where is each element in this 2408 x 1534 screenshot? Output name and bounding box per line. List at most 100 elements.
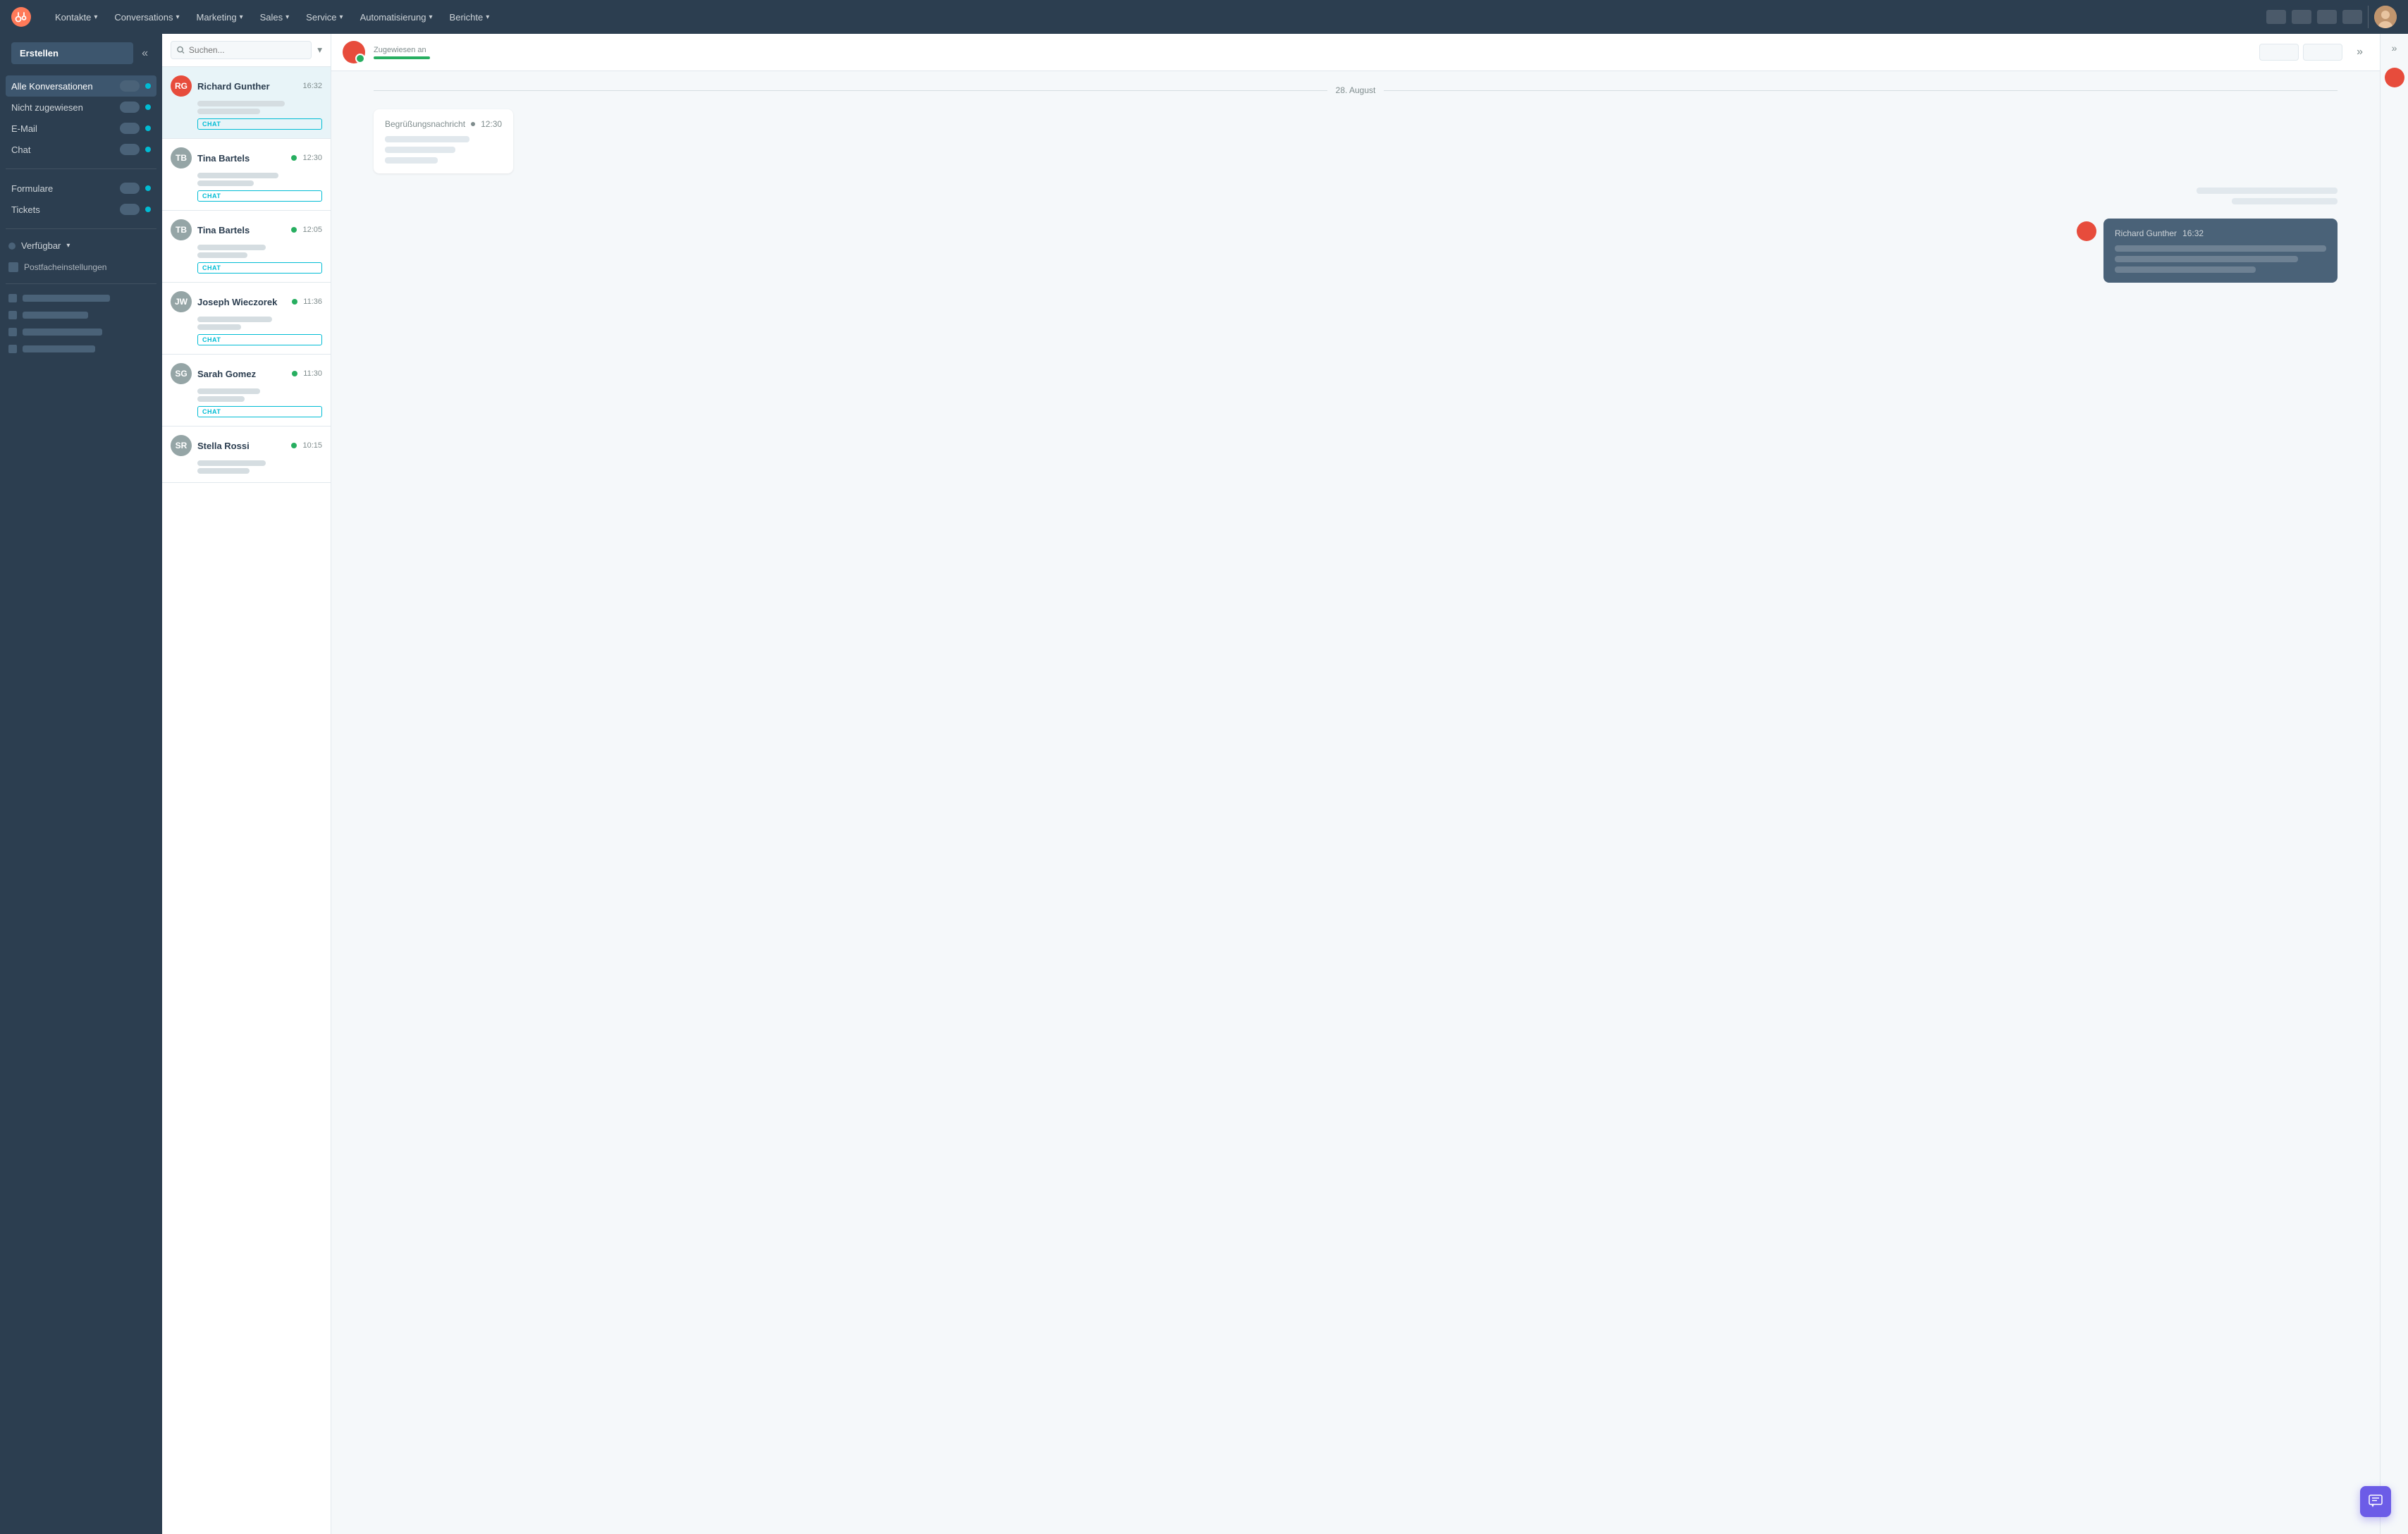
conv-item-richard[interactable]: RG Richard Gunther 16:32 CHAT — [162, 67, 331, 139]
chat-header-avatar — [343, 41, 365, 63]
floating-chat-button[interactable] — [2360, 1486, 2391, 1517]
msg-line-b-1 — [385, 136, 469, 142]
chat-badge-tina2: CHAT — [197, 262, 322, 274]
create-button[interactable]: Erstellen — [11, 42, 133, 64]
msg-card-begruessung-header: Begrüßungsnachricht 12:30 — [385, 119, 502, 129]
nav-berichte[interactable]: Berichte ▾ — [443, 8, 497, 27]
nav-action-btn-1[interactable] — [2266, 10, 2286, 24]
right-panel-collapse-btn[interactable]: » — [2392, 42, 2397, 54]
online-dot-tina2 — [291, 227, 297, 233]
conv-preview-stella — [171, 460, 322, 474]
user-avatar[interactable] — [2374, 6, 2397, 28]
sidebar-placeholder-1 — [0, 290, 162, 307]
sidebar-item-forms[interactable]: Formulare — [6, 178, 156, 199]
email-dot — [145, 125, 151, 131]
chat-badge-tina1: CHAT — [197, 190, 322, 202]
conv-avatar-sarah: SG — [171, 363, 192, 384]
chat-toggle[interactable] — [120, 144, 140, 155]
msg-user-richard: Richard Gunther 16:32 — [2077, 219, 2338, 283]
ph-bar-2 — [23, 312, 88, 319]
sidebar-item-tickets[interactable]: Tickets — [6, 199, 156, 220]
nav-service[interactable]: Service ▾ — [299, 8, 350, 27]
preview-bar-stella-1 — [197, 460, 266, 466]
conv-item-joseph[interactable]: JW Joseph Wieczorek 11:36 CHAT — [162, 283, 331, 355]
sidebar-item-unassigned-label: Nicht zugewiesen — [11, 102, 114, 113]
conv-item-stella[interactable]: SR Stella Rossi 10:15 — [162, 427, 331, 483]
search-icon — [177, 46, 185, 54]
unassigned-dot — [145, 104, 151, 110]
preview-bar-tina2-1 — [197, 245, 266, 250]
sidebar-item-chat[interactable]: Chat — [6, 139, 156, 160]
conversation-items: RG Richard Gunther 16:32 CHAT TB Tina Ba… — [162, 67, 331, 1534]
all-conversations-toggle[interactable] — [120, 80, 140, 92]
chat-header-label: Zugewiesen an — [374, 46, 2251, 54]
filter-button[interactable]: ▾ — [317, 44, 322, 56]
nav-action-btn-4[interactable] — [2342, 10, 2362, 24]
conv-avatar-stella: SR — [171, 435, 192, 456]
nav-kontakte[interactable]: Kontakte ▾ — [48, 8, 104, 27]
nav-automatisierung[interactable]: Automatisierung ▾ — [353, 8, 440, 27]
status-selector[interactable]: Verfügbar ▾ — [0, 235, 162, 257]
msg-user-lines-richard — [2115, 245, 2326, 273]
sidebar-item-unassigned[interactable]: Nicht zugewiesen — [6, 97, 156, 118]
online-dot-tina1 — [291, 155, 297, 161]
preview-bar-tina2-2 — [197, 252, 247, 258]
postfach-settings-item[interactable]: Postfacheinstellungen — [0, 257, 162, 278]
conv-avatar-tina2: TB — [171, 219, 192, 240]
conv-item-sarah-header: SG Sarah Gomez 11:30 — [171, 363, 322, 384]
conv-preview-tina2 — [171, 245, 322, 258]
conv-item-sarah[interactable]: SG Sarah Gomez 11:30 CHAT — [162, 355, 331, 427]
status-indicator — [8, 243, 16, 250]
conv-preview-richard — [171, 101, 322, 114]
conv-preview-joseph — [171, 317, 322, 330]
outbound-lines-1 — [2197, 188, 2338, 204]
conversation-list: ▾ RG Richard Gunther 16:32 CHAT TB — [162, 34, 331, 1534]
forms-dot — [145, 185, 151, 191]
chat-header-progress — [374, 56, 430, 59]
conv-name-richard: Richard Gunther — [197, 81, 297, 92]
conv-name-joseph: Joseph Wieczorek — [197, 297, 286, 307]
unassigned-toggle[interactable] — [120, 102, 140, 113]
forms-toggle[interactable] — [120, 183, 140, 194]
conv-name-sarah: Sarah Gomez — [197, 369, 286, 379]
sidebar-item-email[interactable]: E-Mail — [6, 118, 156, 139]
nav-action-btn-3[interactable] — [2317, 10, 2337, 24]
msg-line-u-2 — [2115, 256, 2298, 262]
msg-user-time-richard: 16:32 — [2182, 228, 2204, 238]
hubspot-logo[interactable] — [11, 7, 31, 27]
sidebar-divider-2 — [6, 228, 156, 229]
conv-list-header: ▾ — [162, 34, 331, 67]
sidebar-item-all-conversations[interactable]: Alle Konversationen — [6, 75, 156, 97]
nav-marketing[interactable]: Marketing ▾ — [190, 8, 250, 27]
nav-conversations[interactable]: Conversations ▾ — [107, 8, 186, 27]
nav-sales[interactable]: Sales ▾ — [253, 8, 297, 27]
conv-time-richard: 16:32 — [302, 82, 322, 90]
conv-time-tina2: 12:05 — [302, 226, 322, 234]
msg-user-avatar-richard — [2077, 221, 2096, 241]
msg-time-begruessung: 12:30 — [481, 119, 502, 129]
conv-item-tina1-header: TB Tina Bartels 12:30 — [171, 147, 322, 168]
conv-item-tina2[interactable]: TB Tina Bartels 12:05 CHAT — [162, 211, 331, 283]
conv-name-stella: Stella Rossi — [197, 441, 285, 451]
search-input[interactable] — [189, 45, 305, 55]
tickets-toggle[interactable] — [120, 204, 140, 215]
search-box[interactable] — [171, 41, 312, 59]
chat-action-btn-2[interactable] — [2303, 44, 2342, 61]
conv-item-stella-header: SR Stella Rossi 10:15 — [171, 435, 322, 456]
sidebar-divider-3 — [6, 283, 156, 284]
top-navigation: Kontakte ▾ Conversations ▾ Marketing ▾ S… — [0, 0, 2408, 34]
conv-item-tina1[interactable]: TB Tina Bartels 12:30 CHAT — [162, 139, 331, 211]
sidebar-collapse-button[interactable]: « — [139, 44, 151, 63]
chat-header: Zugewiesen an » — [331, 34, 2380, 71]
nav-action-btn-2[interactable] — [2292, 10, 2311, 24]
chat-header-collapse-btn[interactable]: » — [2351, 43, 2369, 61]
email-toggle[interactable] — [120, 123, 140, 134]
conv-name-tina1: Tina Bartels — [197, 153, 285, 164]
ph-bar-1 — [23, 295, 110, 302]
conv-preview-tina1 — [171, 173, 322, 186]
msg-line-o-2 — [2232, 198, 2338, 204]
chat-action-btn-1[interactable] — [2259, 44, 2299, 61]
msg-lines-begruessung — [385, 136, 502, 164]
sidebar-item-email-label: E-Mail — [11, 123, 114, 134]
conv-avatar-richard: RG — [171, 75, 192, 97]
